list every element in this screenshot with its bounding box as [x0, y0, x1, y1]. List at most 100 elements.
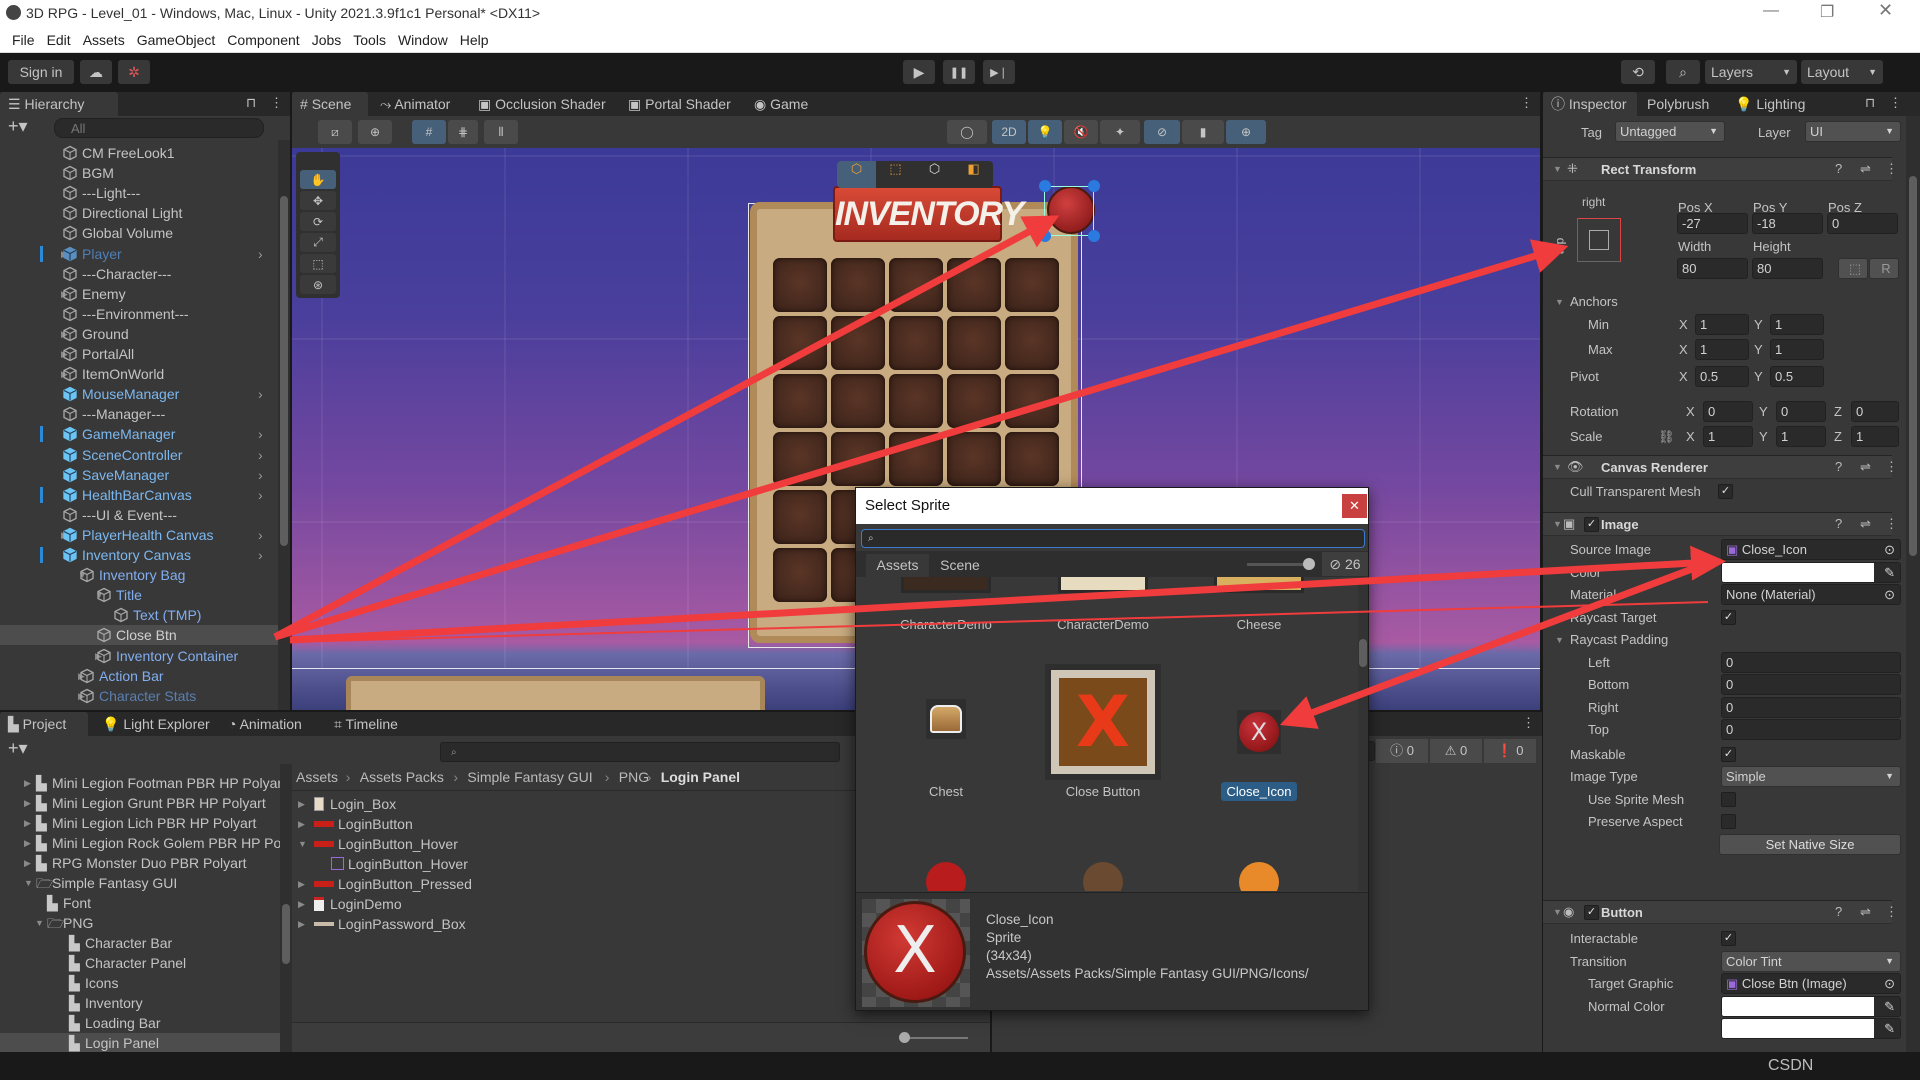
expand-arrow-icon[interactable]: ▼ [35, 913, 44, 933]
rotation-x-field[interactable]: 0 [1703, 401, 1753, 422]
hierarchy-item[interactable]: ▼ Title [0, 585, 278, 605]
inventory-slot[interactable] [773, 548, 827, 602]
grid-snap-icon[interactable]: # [412, 120, 446, 144]
close-icon[interactable] [926, 862, 966, 891]
eyedropper-icon[interactable]: ✎ [1884, 563, 1895, 582]
scrollbar-thumb[interactable] [282, 904, 290, 964]
hierarchy-item[interactable]: HealthBarCanvas › [0, 485, 278, 505]
expand-arrow-icon[interactable]: ▶ [298, 794, 305, 814]
shading-icon[interactable]: ⊕ [358, 120, 392, 144]
inventory-slot[interactable] [889, 258, 943, 312]
layer-dropdown[interactable]: UI ▼ [1805, 121, 1901, 142]
sprite-label[interactable]: CharacterDemo [886, 617, 1006, 632]
inventory-slot[interactable] [889, 316, 943, 370]
inventory-slot[interactable] [831, 432, 885, 486]
pos-z-field[interactable]: 0 [1827, 213, 1898, 234]
scale-y-field[interactable]: 1 [1776, 426, 1826, 447]
project-folder-item[interactable]: ▙ Character Panel [0, 953, 280, 973]
material-field[interactable]: None (Material) ⊙ [1721, 584, 1901, 605]
collab-icon[interactable]: ✲ [118, 60, 150, 84]
project-folder-item[interactable]: ▶ ▙ Mini Legion Rock Golem PBR HP Polyart [0, 833, 280, 853]
thumb-close-icon[interactable]: X [1237, 710, 1281, 754]
menu-jobs[interactable]: Jobs [306, 32, 348, 48]
transition-dropdown[interactable]: Color Tint ▼ [1721, 950, 1901, 972]
chevron-right-icon[interactable]: › [258, 485, 263, 505]
help-icon[interactable]: ? [1835, 459, 1842, 474]
menu-tools[interactable]: Tools [347, 32, 392, 48]
tab-scene[interactable]: # Scene [292, 92, 368, 116]
hierarchy-item[interactable]: SceneController › [0, 445, 278, 465]
raycast-target-checkbox[interactable]: ✓ [1721, 609, 1736, 625]
info-count[interactable]: ⓘ 0 [1376, 739, 1428, 763]
tab-lighting[interactable]: 💡 Lighting [1727, 92, 1817, 116]
width-field[interactable]: 80 [1677, 258, 1748, 279]
inventory-slot[interactable] [889, 374, 943, 428]
expand-arrow-icon[interactable]: ▶ [298, 894, 305, 914]
menu-file[interactable]: File [6, 32, 41, 48]
render-mode-icon[interactable]: ◯ [947, 120, 987, 144]
image-type-dropdown[interactable]: Simple ▼ [1721, 766, 1901, 787]
more-menu-icon[interactable]: ⋮ [1522, 715, 1535, 731]
thumb-chest[interactable] [926, 699, 966, 739]
inventory-slot[interactable] [773, 490, 827, 544]
resize-handle[interactable] [1039, 230, 1051, 242]
chevron-right-icon[interactable]: › [258, 244, 263, 264]
sprite-label[interactable]: CharacterDemo [1043, 617, 1163, 632]
sprite-label[interactable]: Chest [886, 784, 1006, 799]
hierarchy-item[interactable]: ▶ PortalAll [0, 344, 278, 364]
chevron-right-icon[interactable]: › [258, 384, 263, 404]
cloud-icon[interactable]: ☁ [80, 60, 112, 84]
foldout-arrow-icon[interactable]: ▼ [1553, 462, 1562, 472]
lighting-toggle[interactable]: 💡 [1028, 120, 1062, 144]
pivot-x-field[interactable]: 0.5 [1695, 366, 1749, 387]
anchor-min-y-field[interactable]: 1 [1770, 314, 1824, 335]
cube-half-icon[interactable]: ◧ [954, 161, 993, 188]
project-folder-item[interactable]: ▶ ▙ Mini Legion Lich PBR HP Polyart [0, 813, 280, 833]
hierarchy-item[interactable]: Directional Light [0, 203, 278, 223]
2d-toggle[interactable]: 2D [992, 120, 1026, 144]
camera-icon[interactable]: ▮ [1182, 120, 1224, 144]
sign-in-button[interactable]: Sign in [8, 60, 74, 84]
more-menu-icon[interactable]: ⋮ [1885, 459, 1898, 475]
foldout-arrow-icon[interactable]: ▼ [1553, 164, 1562, 174]
play-button[interactable]: ▶ [903, 60, 935, 84]
anchor-max-y-field[interactable]: 1 [1770, 339, 1824, 360]
inventory-slot[interactable] [1005, 316, 1059, 370]
move-tool-icon[interactable]: ✥ [300, 191, 336, 210]
hierarchy-item[interactable]: CM FreeLook1 [0, 143, 278, 163]
chevron-right-icon[interactable]: › [258, 445, 263, 465]
create-asset-button[interactable]: +▾ [8, 738, 28, 759]
tab-hierarchy[interactable]: ☰ Hierarchy [0, 92, 118, 116]
thumb-character-portrait[interactable] [901, 577, 991, 593]
sprite-label[interactable]: Close Button [1043, 784, 1163, 799]
project-folder-item[interactable]: ▙ Login Panel [0, 1033, 280, 1052]
color-field[interactable]: ✎ [1721, 561, 1901, 583]
expand-arrow-icon[interactable]: ▶ [24, 833, 31, 853]
warning-count[interactable]: ⚠ 0 [1430, 739, 1482, 763]
expand-arrow-icon[interactable]: ▶ [24, 793, 31, 813]
inventory-slot[interactable] [947, 258, 1001, 312]
hand-tool-icon[interactable]: ✋ [300, 170, 336, 189]
foldout-arrow-icon[interactable]: ▼ [1555, 635, 1564, 645]
project-tree-scrollbar[interactable] [280, 764, 292, 1052]
resize-handle[interactable] [1039, 180, 1051, 192]
icon-size-slider[interactable] [902, 1037, 968, 1039]
hierarchy-item[interactable]: MouseManager › [0, 384, 278, 404]
chevron-right-icon[interactable]: › [258, 465, 263, 485]
breadcrumb-item[interactable]: Simple Fantasy GUI [467, 767, 592, 787]
slider-handle[interactable] [899, 1032, 910, 1043]
thumbnail-size-slider[interactable] [1247, 563, 1309, 566]
hierarchy-item[interactable]: ▶ Inventory Container [0, 646, 278, 666]
rotate-tool-icon[interactable]: ⟳ [300, 212, 336, 231]
more-menu-icon[interactable]: ⋮ [1889, 95, 1902, 111]
tab-assets[interactable]: Assets [866, 554, 929, 577]
component-enabled-checkbox[interactable]: ✓ [1584, 517, 1599, 532]
step-button[interactable]: ▶❘ [983, 60, 1015, 84]
hierarchy-item[interactable]: ▶PlayerHealth Canvas› [0, 525, 278, 545]
padding-bottom-field[interactable]: 0 [1721, 674, 1901, 695]
expand-arrow-icon[interactable]: ▼ [24, 873, 33, 893]
audio-toggle[interactable]: 🔇 [1064, 120, 1098, 144]
hidden-packages-toggle[interactable]: ⊘ 26 [1322, 552, 1368, 576]
anchor-max-x-field[interactable]: 1 [1695, 339, 1749, 360]
tab-animation[interactable]: ◔ Animation [220, 712, 320, 736]
